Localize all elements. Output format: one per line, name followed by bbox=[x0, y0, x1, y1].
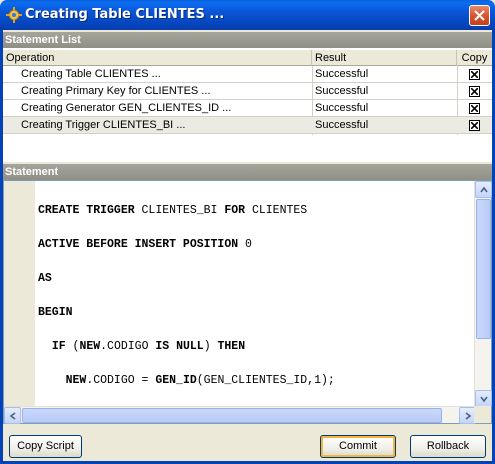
vertical-scrollbar[interactable] bbox=[474, 181, 492, 407]
copy-checkbox[interactable] bbox=[469, 69, 480, 80]
column-header-row: Operation Result Copy bbox=[3, 50, 492, 66]
check-x-icon bbox=[471, 71, 478, 78]
code-line: BEGIN bbox=[38, 306, 73, 319]
code-line: IF (NEW.CODIGO IS NULL) THEN bbox=[51, 340, 246, 353]
copy-checkbox[interactable] bbox=[469, 86, 480, 97]
close-button[interactable] bbox=[469, 5, 490, 26]
window-title: Creating Table CLIENTES ... bbox=[25, 7, 225, 22]
copy-checkbox[interactable] bbox=[469, 103, 480, 114]
table-row[interactable]: Creating Table CLIENTES ... Successful bbox=[3, 66, 492, 83]
scroll-down-button[interactable] bbox=[475, 390, 492, 407]
copy-script-button[interactable]: Copy Script bbox=[9, 435, 82, 458]
scroll-up-button[interactable] bbox=[475, 181, 492, 198]
title-bar[interactable]: Creating Table CLIENTES ... bbox=[0, 0, 495, 30]
operation-cell: Creating Table CLIENTES ... bbox=[21, 68, 161, 80]
statement-editor[interactable]: CREATE TRIGGER CLIENTES_BI FOR CLIENTES … bbox=[3, 180, 492, 424]
check-x-icon bbox=[471, 122, 478, 129]
operation-cell: Creating Generator GEN_CLIENTES_ID ... bbox=[21, 102, 232, 114]
result-cell: Successful bbox=[315, 68, 369, 80]
code-line: CREATE TRIGGER CLIENTES_BI FOR CLIENTES bbox=[38, 204, 308, 217]
result-cell: Successful bbox=[315, 85, 369, 97]
commit-button[interactable]: Commit bbox=[320, 435, 396, 458]
result-cell: Successful bbox=[315, 119, 369, 131]
chevron-right-icon bbox=[465, 412, 472, 420]
result-cell: Successful bbox=[315, 102, 369, 114]
statement-list[interactable]: Operation Result Copy Creating Table CLI… bbox=[3, 48, 492, 162]
column-header-operation[interactable]: Operation bbox=[3, 50, 312, 66]
horizontal-scroll-thumb[interactable] bbox=[22, 408, 442, 423]
table-row-selected[interactable]: Creating Trigger CLIENTES_BI ... Success… bbox=[3, 117, 492, 134]
chevron-down-icon bbox=[480, 396, 488, 403]
code-line: ACTIVE BEFORE INSERT POSITION 0 bbox=[38, 238, 252, 251]
table-row[interactable]: Creating Primary Key for CLIENTES ... Su… bbox=[3, 83, 492, 100]
close-icon bbox=[474, 10, 485, 21]
gear-app-icon bbox=[6, 7, 22, 23]
editor-gutter bbox=[4, 181, 35, 407]
code-line: AS bbox=[38, 272, 52, 285]
chevron-up-icon bbox=[480, 186, 488, 193]
column-header-copy[interactable]: Copy bbox=[457, 50, 492, 66]
scroll-corner bbox=[474, 406, 491, 423]
copy-checkbox[interactable] bbox=[469, 120, 480, 131]
chevron-left-icon bbox=[9, 412, 16, 420]
statement-header: Statement bbox=[3, 164, 492, 180]
statement-list-header: Statement List bbox=[3, 32, 492, 48]
operation-cell: Creating Trigger CLIENTES_BI ... bbox=[21, 119, 186, 131]
code-line: NEW.CODIGO = GEN_ID(GEN_CLIENTES_ID,1); bbox=[65, 374, 335, 387]
scroll-left-button[interactable] bbox=[4, 407, 21, 424]
vertical-scroll-thumb[interactable] bbox=[476, 199, 491, 339]
check-x-icon bbox=[471, 105, 478, 112]
column-header-result[interactable]: Result bbox=[312, 50, 457, 66]
horizontal-scrollbar[interactable] bbox=[4, 406, 476, 424]
rollback-button[interactable]: Rollback bbox=[410, 435, 486, 458]
operation-cell: Creating Primary Key for CLIENTES ... bbox=[21, 85, 211, 97]
check-x-icon bbox=[471, 88, 478, 95]
table-row[interactable]: Creating Generator GEN_CLIENTES_ID ... S… bbox=[3, 100, 492, 117]
